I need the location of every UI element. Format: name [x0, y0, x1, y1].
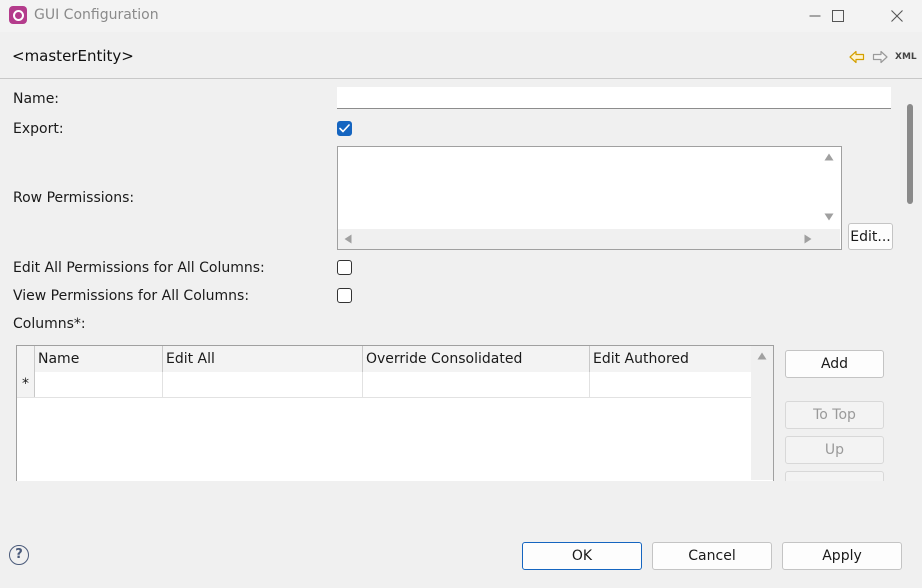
cancel-button[interactable]: Cancel — [652, 542, 772, 570]
scroll-up-icon[interactable] — [757, 352, 767, 360]
export-checkbox[interactable] — [337, 121, 352, 136]
columns-table-header: Name Edit All Override Consolidated Edit… — [17, 346, 751, 373]
back-arrow-icon[interactable] — [848, 48, 866, 66]
table-cell[interactable] — [590, 372, 751, 397]
row-permissions-label: Row Permissions: — [13, 190, 135, 206]
xml-view-button[interactable]: XML — [895, 52, 917, 62]
row-permissions-vertical-scrollbar[interactable] — [819, 147, 840, 229]
up-button[interactable]: Up — [785, 436, 884, 464]
edit-all-permissions-label: Edit All Permissions for All Columns: — [13, 260, 265, 276]
name-label: Name: — [13, 91, 60, 107]
column-header-edit-authored[interactable]: Edit Authored — [590, 346, 751, 372]
edit-permissions-button[interactable]: Edit... — [848, 223, 893, 250]
column-header-name[interactable]: Name — [35, 346, 163, 372]
scroll-down-icon[interactable] — [824, 213, 834, 221]
scroll-up-icon[interactable] — [824, 153, 834, 161]
view-permissions-label: View Permissions for All Columns: — [13, 288, 250, 304]
columns-label: Columns*: — [13, 316, 86, 332]
columns-table-vertical-scrollbar[interactable] — [751, 346, 773, 480]
table-row[interactable]: * — [17, 372, 751, 398]
help-icon[interactable]: ? — [9, 545, 29, 565]
edit-all-permissions-checkbox[interactable] — [337, 260, 352, 275]
scroll-right-icon[interactable] — [804, 234, 812, 244]
name-input[interactable] — [337, 87, 891, 109]
main-vertical-scrollbar[interactable] — [907, 104, 913, 204]
scroll-corner — [819, 229, 840, 249]
row-header-corner — [17, 346, 35, 372]
table-cell[interactable] — [163, 372, 363, 397]
row-permissions-horizontal-scrollbar[interactable] — [338, 229, 819, 249]
forward-arrow-icon[interactable] — [871, 48, 889, 66]
apply-button[interactable]: Apply — [782, 542, 902, 570]
table-cell[interactable] — [35, 372, 163, 397]
entity-title: <masterEntity> — [12, 47, 134, 65]
maximize-icon[interactable] — [815, 0, 861, 32]
checkmark-icon — [339, 124, 350, 133]
column-header-edit-all[interactable]: Edit All — [163, 346, 363, 372]
to-top-button[interactable]: To Top — [785, 401, 884, 429]
view-permissions-checkbox[interactable] — [337, 288, 352, 303]
add-button[interactable]: Add — [785, 350, 884, 378]
editor-header — [0, 32, 922, 79]
export-label: Export: — [13, 121, 64, 137]
window-title: GUI Configuration — [34, 7, 159, 23]
down-button-clipped[interactable] — [785, 471, 884, 481]
column-header-override-consolidated[interactable]: Override Consolidated — [363, 346, 590, 372]
app-logo-icon — [9, 6, 27, 24]
close-icon[interactable] — [874, 0, 920, 32]
ok-button[interactable]: OK — [522, 542, 642, 570]
scroll-left-icon[interactable] — [344, 234, 352, 244]
new-row-marker: * — [17, 372, 35, 397]
table-cell[interactable] — [363, 372, 590, 397]
